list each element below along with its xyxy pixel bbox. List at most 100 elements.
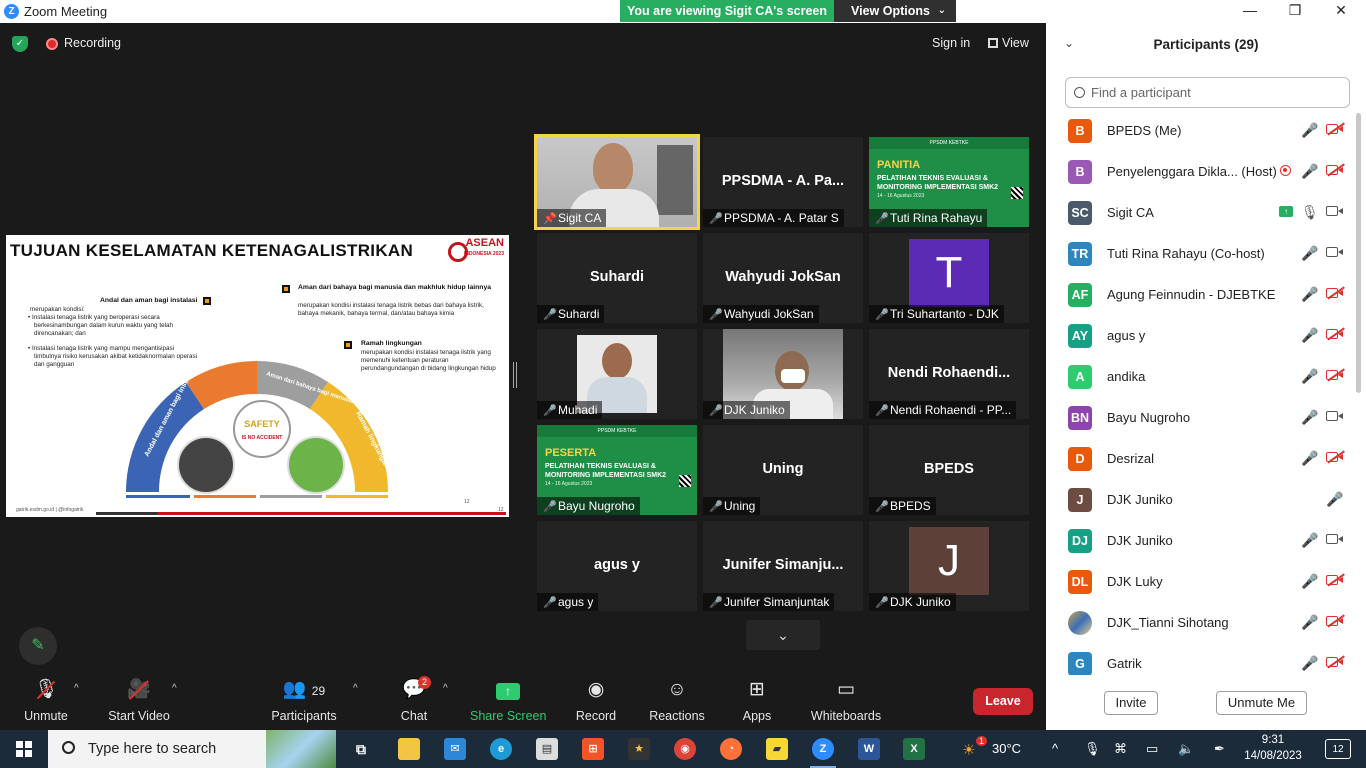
video-off-icon[interactable] — [1326, 614, 1345, 628]
video-on-icon[interactable] — [1326, 245, 1344, 258]
notifications-icon[interactable]: 12 — [1325, 739, 1351, 759]
microphone-icon[interactable]: 🎙 — [1084, 741, 1101, 757]
minimize-icon[interactable]: — — [1240, 2, 1260, 18]
video-tile-banner[interactable]: PPSDM KEBTKE PESERTA PELATIHAN TEKNIS EV… — [537, 425, 697, 515]
participant-row[interactable]: J DJK Juniko 🎤 — [1046, 479, 1354, 520]
video-tile[interactable]: Junifer Simanju... 🎤Junifer Simanjuntak — [703, 521, 863, 611]
video-off-icon[interactable] — [1326, 286, 1345, 300]
video-off-icon[interactable] — [1326, 163, 1345, 177]
video-tile[interactable]: 🎤DJK Juniko — [703, 329, 863, 419]
annotate-pen-icon[interactable]: ✎ — [19, 627, 57, 665]
chat-button[interactable]: 💬 2 Chat — [396, 676, 432, 723]
windows-start-icon[interactable] — [16, 741, 32, 757]
mic-muted-icon[interactable]: 🎤 — [1301, 122, 1318, 139]
sticky-notes-icon[interactable]: ▰ — [766, 738, 788, 760]
video-on-icon[interactable] — [1326, 204, 1344, 217]
participant-row[interactable]: D Desrizal 🎤 — [1046, 438, 1354, 479]
video-tile[interactable]: BPEDS 🎤BPEDS — [869, 425, 1029, 515]
video-tile[interactable]: T 🎤Tri Suhartanto - DJK — [869, 233, 1029, 323]
mic-on-icon[interactable]: 🎙 — [1301, 204, 1319, 221]
chevron-up-icon[interactable]: ^ — [172, 683, 177, 694]
reactions-button[interactable]: ☺ Reactions — [648, 677, 706, 723]
mail-icon[interactable]: ✉ — [444, 738, 466, 760]
participant-row[interactable]: B BPEDS (Me) 🎤 — [1046, 110, 1354, 151]
chevron-up-icon[interactable]: ^ — [74, 683, 79, 694]
video-on-icon[interactable] — [1326, 532, 1344, 545]
video-off-icon[interactable] — [1326, 327, 1345, 341]
unmute-button[interactable]: 🎙 Unmute — [20, 677, 72, 723]
chevron-up-icon[interactable]: ^ — [1052, 741, 1058, 756]
split-resize-handle[interactable] — [513, 362, 517, 388]
task-view-icon[interactable]: ⧉ — [350, 738, 372, 760]
record-button[interactable]: ◉ Record — [574, 677, 618, 723]
video-tile[interactable]: J 🎤DJK Juniko — [869, 521, 1029, 611]
edge-icon[interactable]: e — [490, 738, 512, 760]
participant-row[interactable]: TR Tuti Rina Rahayu (Co-host) 🎤 — [1046, 233, 1354, 274]
clock[interactable]: 9:31 14/08/2023 — [1243, 732, 1303, 764]
video-off-icon[interactable] — [1326, 573, 1345, 587]
sign-in-button[interactable]: Sign in — [932, 36, 970, 50]
participant-row[interactable]: SC Sigit CA ↑ 🎙 — [1046, 192, 1354, 233]
volume-icon[interactable]: 🔈 — [1178, 741, 1194, 757]
chess-icon[interactable]: ★ — [628, 738, 650, 760]
mic-muted-icon[interactable]: 🎤 — [1301, 450, 1318, 467]
leave-button[interactable]: Leave — [973, 688, 1033, 715]
view-options-button[interactable]: View Options ⌄ — [834, 0, 956, 22]
participant-row[interactable]: DJ DJK Juniko 🎤 — [1046, 520, 1354, 561]
participant-row[interactable]: DJK_Tianni Sihotang 🎤 — [1046, 602, 1354, 643]
chevron-up-icon[interactable]: ^ — [443, 683, 448, 694]
participants-button[interactable]: 👥 29 Participants — [270, 677, 338, 723]
restore-icon[interactable]: ❐ — [1285, 2, 1305, 19]
video-tile-banner[interactable]: PPSDM KEBTKE PANITIA PELATIHAN TEKNIS EV… — [869, 137, 1029, 227]
mic-muted-icon[interactable]: 🎤 — [1301, 409, 1318, 426]
chrome-icon[interactable]: ◉ — [674, 738, 696, 760]
video-tile[interactable]: Wahyudi JokSan 🎤Wahyudi JokSan — [703, 233, 863, 323]
video-tile[interactable]: PPSDMA - A. Pa... 🎤PPSDMA - A. Patar S — [703, 137, 863, 227]
video-tile-sigit-ca[interactable]: 📌Sigit CA — [534, 134, 700, 230]
participant-row[interactable]: G Gatrik 🎤 — [1046, 643, 1354, 675]
weather-temperature[interactable]: 30°C — [992, 741, 1021, 756]
mic-muted-icon[interactable]: 🎤 — [1301, 573, 1318, 590]
participant-search-input[interactable]: Find a participant — [1065, 77, 1350, 108]
pen-icon[interactable]: ✒ — [1214, 741, 1225, 757]
video-off-icon[interactable] — [1326, 122, 1345, 136]
video-off-icon[interactable] — [1326, 655, 1345, 669]
zoom-icon[interactable]: Z — [810, 738, 836, 768]
shield-check-icon[interactable]: ✓ — [12, 36, 28, 52]
view-button[interactable]: View — [988, 36, 1029, 50]
apps-button[interactable]: ⊞ Apps — [738, 677, 776, 723]
mic-muted-icon[interactable]: 🎤 — [1301, 532, 1318, 549]
video-off-icon[interactable] — [1326, 450, 1345, 464]
close-icon[interactable]: ✕ — [1331, 2, 1351, 19]
video-tile[interactable]: Uning 🎤Uning — [703, 425, 863, 515]
participant-row[interactable]: AF Agung Feinnudin - DJEBTKE 🎤 — [1046, 274, 1354, 315]
store-icon[interactable]: ⊞ — [582, 738, 604, 760]
mic-muted-icon[interactable]: 🎤 — [1301, 245, 1318, 262]
store-bag-icon[interactable]: ▤ — [536, 738, 558, 760]
invite-button[interactable]: Invite — [1104, 691, 1158, 715]
mic-muted-icon[interactable]: 🎤 — [1326, 491, 1343, 508]
mic-muted-icon[interactable]: 🎤 — [1301, 614, 1318, 631]
chevron-down-icon[interactable]: ⌄ — [746, 620, 820, 650]
mic-muted-icon[interactable]: 🎤 — [1301, 327, 1318, 344]
participant-row[interactable]: Aandika 🎤 — [1046, 356, 1354, 397]
share-screen-button[interactable]: ↑ Share Screen — [470, 677, 546, 723]
file-explorer-icon[interactable] — [398, 738, 420, 760]
mic-muted-icon[interactable]: 🎤 — [1301, 286, 1318, 303]
start-video-button[interactable]: 🎥 Start Video — [104, 677, 174, 723]
video-tile[interactable]: 🎤Muhadi — [537, 329, 697, 419]
firefox-icon[interactable]: ◔ — [720, 738, 742, 760]
excel-icon[interactable]: X — [903, 738, 925, 760]
participant-list-scrollbar[interactable] — [1356, 113, 1361, 393]
word-icon[interactable]: W — [858, 738, 880, 760]
participant-row[interactable]: DL DJK Luky 🎤 — [1046, 561, 1354, 602]
taskbar-search-input[interactable]: Type here to search — [48, 730, 336, 768]
video-on-icon[interactable] — [1326, 409, 1344, 422]
participant-row[interactable]: B Penyelenggara Dikla... (Host) 🎤 — [1046, 151, 1354, 192]
video-tile[interactable]: agus y 🎤agus y — [537, 521, 697, 611]
battery-icon[interactable]: ▭ — [1146, 741, 1158, 757]
video-off-icon[interactable] — [1326, 368, 1345, 382]
participant-row[interactable]: BN Bayu Nugroho 🎤 — [1046, 397, 1354, 438]
mic-muted-icon[interactable]: 🎤 — [1301, 368, 1318, 385]
participant-row[interactable]: AY agus y 🎤 — [1046, 315, 1354, 356]
